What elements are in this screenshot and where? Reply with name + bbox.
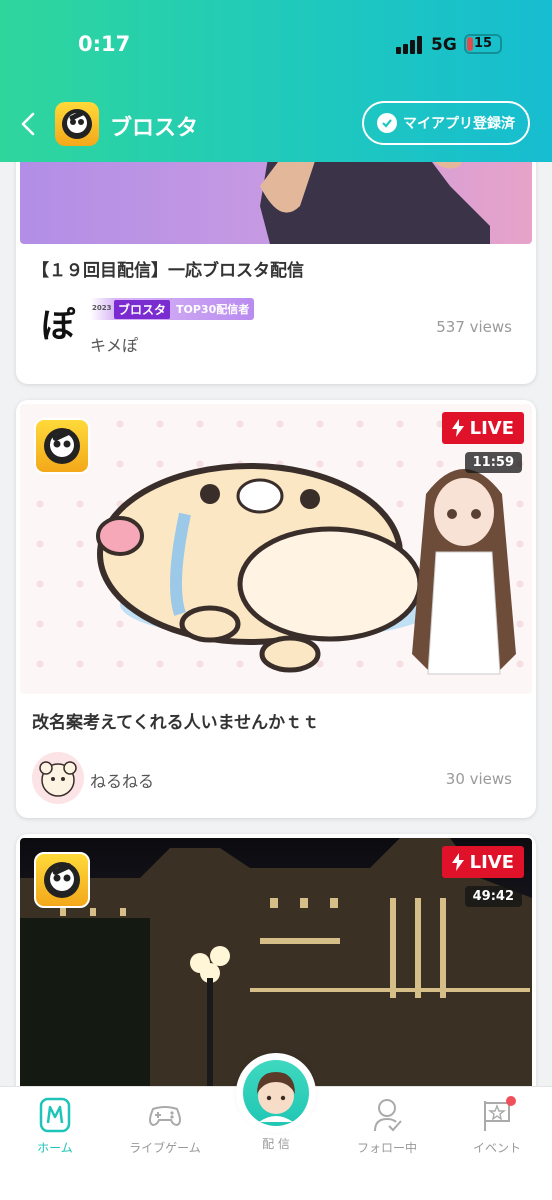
nav-home-label: ホーム <box>37 1141 73 1155</box>
post-card[interactable]: 【１９回目配信】一応ブロスタ配信 ぽ 2023 ブロスタ TOP30配信者 キメ… <box>16 162 536 384</box>
nav-following-label: フォロー中 <box>356 1141 417 1155</box>
post-thumbnail[interactable]: LIVE 11:59 <box>20 404 532 694</box>
my-app-registered-button[interactable]: マイアプリ登録済 <box>362 101 530 145</box>
badge-game: ブロスタ <box>114 299 171 319</box>
gamepad-icon <box>149 1106 181 1127</box>
post-card[interactable]: LIVE 49:42 <box>16 834 536 1086</box>
post-title[interactable]: 【１９回目配信】一応ブロスタ配信 <box>32 256 304 281</box>
check-icon <box>377 113 397 133</box>
bottom-navigation: ホーム ライブゲーム 配 信 フォロー中 イベント <box>0 1053 552 1200</box>
channel-skull-icon <box>34 852 90 908</box>
page-title: ブロスタ <box>110 116 199 141</box>
nav-home[interactable]: ホーム <box>10 1095 100 1156</box>
status-time: 0:17 <box>78 32 131 56</box>
live-badge: LIVE <box>441 846 524 878</box>
avatar[interactable]: ぽ <box>32 300 84 352</box>
post-title[interactable]: 改名案考えてくれる人いませんかｔｔ <box>32 708 319 733</box>
post-thumbnail[interactable] <box>20 162 532 244</box>
video-feed[interactable]: 【１９回目配信】一応ブロスタ配信 ぽ 2023 ブロスタ TOP30配信者 キメ… <box>0 162 552 1086</box>
home-icon <box>39 1097 71 1133</box>
status-bar: 0:17 5G 15 <box>0 28 552 64</box>
live-label: LIVE <box>469 417 514 439</box>
stream-duration: 49:42 <box>464 886 522 907</box>
app-header: 0:17 5G 15 ブロスタ マイアプリ登録済 <box>0 0 552 162</box>
app-skull-icon <box>55 102 99 146</box>
broadcast-button[interactable] <box>236 1053 316 1133</box>
post-card[interactable]: LIVE 11:59 改名案考えてくれる人いませんかｔｔ ねるねる 30 vie… <box>16 400 536 818</box>
bear-avatar-icon <box>39 761 77 797</box>
nav-live-game-label: ライブゲーム <box>129 1141 201 1155</box>
signal-icon <box>396 36 424 54</box>
avatar[interactable] <box>32 752 84 804</box>
battery-level: 15 <box>473 36 493 51</box>
streamer-rank-badge: 2023 ブロスタ TOP30配信者 <box>90 298 254 320</box>
register-label: マイアプリ登録済 <box>403 116 515 132</box>
badge-year: 2023 <box>92 304 112 312</box>
post-thumbnail[interactable]: LIVE 49:42 <box>20 838 532 1086</box>
stream-duration: 11:59 <box>464 452 522 473</box>
battery-icon: 15 <box>464 34 502 54</box>
avatar-text: ぽ <box>41 306 75 346</box>
badge-rank: TOP30配信者 <box>176 303 250 316</box>
live-badge: LIVE <box>441 412 524 444</box>
avatar-character <box>412 469 516 675</box>
person-check-icon <box>374 1099 402 1132</box>
broadcaster-avatar <box>243 1060 309 1126</box>
network-type: 5G <box>431 35 457 55</box>
flag-star-icon <box>484 1096 516 1131</box>
channel-skull-icon <box>34 418 90 474</box>
nav-broadcast-label[interactable]: 配 信 <box>236 1135 316 1152</box>
streamer-image <box>260 162 490 244</box>
nav-live-game[interactable]: ライブゲーム <box>120 1095 210 1156</box>
nav-event[interactable]: イベント <box>452 1095 542 1156</box>
nav-event-label: イベント <box>472 1141 521 1155</box>
live-label: LIVE <box>469 851 514 873</box>
view-count: 537 views <box>436 318 512 336</box>
author-name[interactable]: キメぽ <box>90 332 138 356</box>
back-icon[interactable] <box>18 112 40 136</box>
author-name[interactable]: ねるねる <box>90 768 154 792</box>
view-count: 30 views <box>445 770 512 788</box>
lightning-icon <box>451 419 464 437</box>
lightning-icon <box>451 853 464 871</box>
nav-following[interactable]: フォロー中 <box>342 1095 432 1156</box>
